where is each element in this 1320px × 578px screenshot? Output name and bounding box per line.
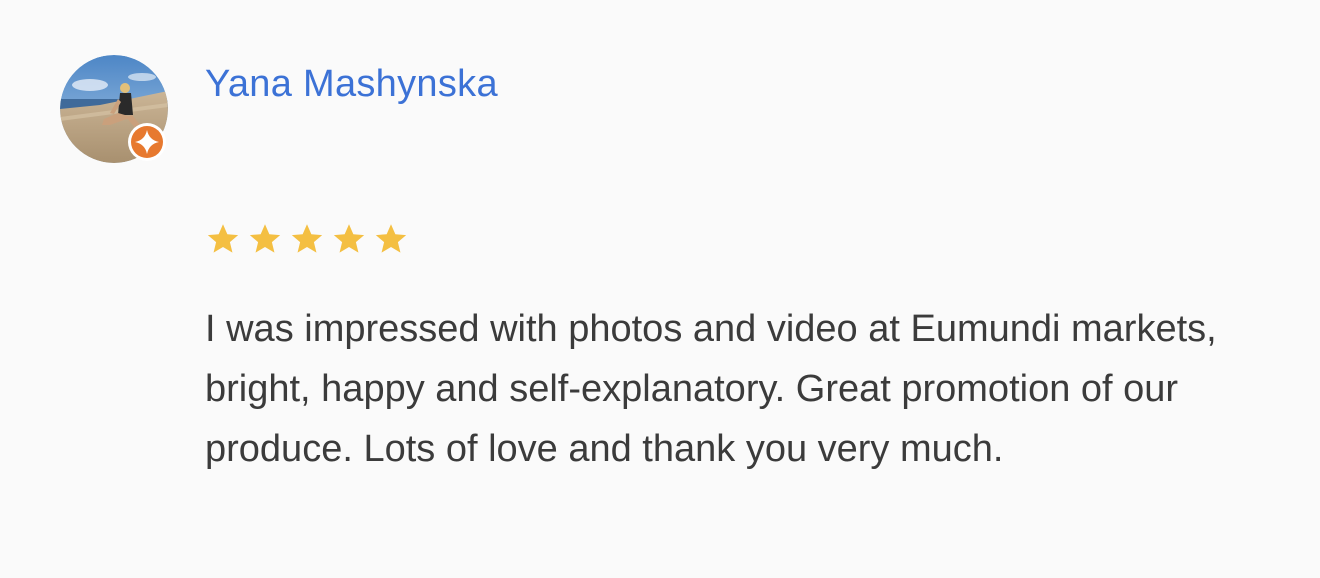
local-guide-badge-icon	[128, 123, 166, 161]
avatar[interactable]	[60, 55, 168, 163]
star-rating	[205, 221, 415, 259]
star-icon	[249, 224, 281, 253]
star-icon	[333, 224, 365, 253]
reviewer-name[interactable]: Yana Mashynska	[205, 62, 498, 106]
star-icon	[291, 224, 323, 253]
review-text: I was impressed with photos and video at…	[205, 308, 1217, 470]
star-icon	[375, 224, 407, 253]
star-icon	[207, 224, 239, 253]
review-card: Yana Mashynska I was impressed with phot…	[0, 0, 1320, 578]
